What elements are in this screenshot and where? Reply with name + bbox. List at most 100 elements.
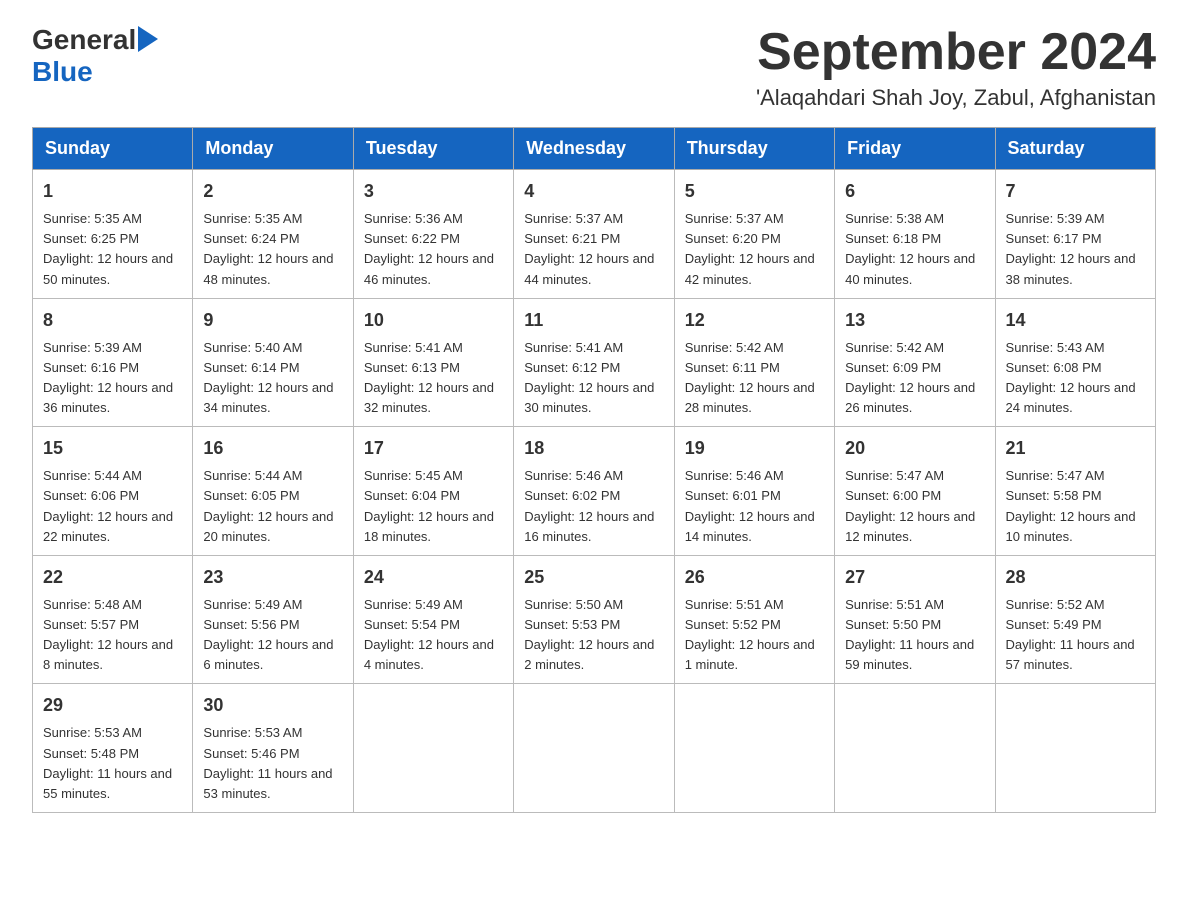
day-number: 22 xyxy=(43,564,182,591)
calendar-day-cell: 18 Sunrise: 5:46 AMSunset: 6:02 PMDayligh… xyxy=(514,427,674,556)
day-info: Sunrise: 5:41 AMSunset: 6:12 PMDaylight:… xyxy=(524,338,663,419)
calendar-day-cell: 14 Sunrise: 5:43 AMSunset: 6:08 PMDayligh… xyxy=(995,298,1155,427)
weekday-header-monday: Monday xyxy=(193,128,353,170)
weekday-header-sunday: Sunday xyxy=(33,128,193,170)
day-info: Sunrise: 5:37 AMSunset: 6:21 PMDaylight:… xyxy=(524,209,663,290)
day-info: Sunrise: 5:41 AMSunset: 6:13 PMDaylight:… xyxy=(364,338,503,419)
day-info: Sunrise: 5:35 AMSunset: 6:24 PMDaylight:… xyxy=(203,209,342,290)
day-info: Sunrise: 5:49 AMSunset: 5:56 PMDaylight:… xyxy=(203,595,342,676)
day-number: 18 xyxy=(524,435,663,462)
day-info: Sunrise: 5:46 AMSunset: 6:02 PMDaylight:… xyxy=(524,466,663,547)
day-info: Sunrise: 5:42 AMSunset: 6:11 PMDaylight:… xyxy=(685,338,824,419)
calendar-day-cell: 17 Sunrise: 5:45 AMSunset: 6:04 PMDayligh… xyxy=(353,427,513,556)
day-info: Sunrise: 5:38 AMSunset: 6:18 PMDaylight:… xyxy=(845,209,984,290)
day-number: 21 xyxy=(1006,435,1145,462)
calendar-day-cell: 15 Sunrise: 5:44 AMSunset: 6:06 PMDayligh… xyxy=(33,427,193,556)
calendar-day-cell: 5 Sunrise: 5:37 AMSunset: 6:20 PMDaylight… xyxy=(674,170,834,299)
day-info: Sunrise: 5:50 AMSunset: 5:53 PMDaylight:… xyxy=(524,595,663,676)
calendar-day-cell: 8Sunrise: 5:39 AMSunset: 6:16 PMDaylight… xyxy=(33,298,193,427)
calendar-day-cell: 12 Sunrise: 5:42 AMSunset: 6:11 PMDayligh… xyxy=(674,298,834,427)
calendar-day-cell: 19 Sunrise: 5:46 AMSunset: 6:01 PMDayligh… xyxy=(674,427,834,556)
day-info: Sunrise: 5:47 AMSunset: 6:00 PMDaylight:… xyxy=(845,466,984,547)
day-info: Sunrise: 5:42 AMSunset: 6:09 PMDaylight:… xyxy=(845,338,984,419)
logo-general-text: General xyxy=(32,24,136,56)
day-number: 17 xyxy=(364,435,503,462)
weekday-header-friday: Friday xyxy=(835,128,995,170)
weekday-header-thursday: Thursday xyxy=(674,128,834,170)
day-number: 26 xyxy=(685,564,824,591)
day-number: 15 xyxy=(43,435,182,462)
calendar-week-2: 8Sunrise: 5:39 AMSunset: 6:16 PMDaylight… xyxy=(33,298,1156,427)
day-info: Sunrise: 5:39 AMSunset: 6:16 PMDaylight:… xyxy=(43,338,182,419)
calendar-day-cell: 23 Sunrise: 5:49 AMSunset: 5:56 PMDayligh… xyxy=(193,555,353,684)
day-info: Sunrise: 5:52 AMSunset: 5:49 PMDaylight:… xyxy=(1006,595,1145,676)
weekday-header-tuesday: Tuesday xyxy=(353,128,513,170)
day-number: 4 xyxy=(524,178,663,205)
day-info: Sunrise: 5:46 AMSunset: 6:01 PMDaylight:… xyxy=(685,466,824,547)
day-info: Sunrise: 5:44 AMSunset: 6:05 PMDaylight:… xyxy=(203,466,342,547)
calendar-day-cell: 25 Sunrise: 5:50 AMSunset: 5:53 PMDayligh… xyxy=(514,555,674,684)
calendar-day-cell: 11Sunrise: 5:41 AMSunset: 6:12 PMDayligh… xyxy=(514,298,674,427)
calendar-day-cell: 7Sunrise: 5:39 AMSunset: 6:17 PMDaylight… xyxy=(995,170,1155,299)
day-number: 28 xyxy=(1006,564,1145,591)
calendar-week-5: 29Sunrise: 5:53 AMSunset: 5:48 PMDayligh… xyxy=(33,684,1156,813)
day-info: Sunrise: 5:51 AMSunset: 5:52 PMDaylight:… xyxy=(685,595,824,676)
day-info: Sunrise: 5:53 AMSunset: 5:46 PMDaylight:… xyxy=(203,723,342,804)
calendar-day-cell: 27Sunrise: 5:51 AMSunset: 5:50 PMDayligh… xyxy=(835,555,995,684)
day-number: 13 xyxy=(845,307,984,334)
day-number: 16 xyxy=(203,435,342,462)
day-number: 23 xyxy=(203,564,342,591)
calendar-day-cell xyxy=(995,684,1155,813)
day-info: Sunrise: 5:35 AMSunset: 6:25 PMDaylight:… xyxy=(43,209,182,290)
calendar-day-cell: 4 Sunrise: 5:37 AMSunset: 6:21 PMDaylight… xyxy=(514,170,674,299)
day-info: Sunrise: 5:47 AMSunset: 5:58 PMDaylight:… xyxy=(1006,466,1145,547)
calendar-day-cell: 2 Sunrise: 5:35 AMSunset: 6:24 PMDaylight… xyxy=(193,170,353,299)
month-title: September 2024 xyxy=(756,24,1156,81)
day-info: Sunrise: 5:39 AMSunset: 6:17 PMDaylight:… xyxy=(1006,209,1145,290)
calendar-day-cell: 30 Sunrise: 5:53 AMSunset: 5:46 PMDayligh… xyxy=(193,684,353,813)
day-info: Sunrise: 5:44 AMSunset: 6:06 PMDaylight:… xyxy=(43,466,182,547)
day-number: 5 xyxy=(685,178,824,205)
calendar-day-cell: 22 Sunrise: 5:48 AMSunset: 5:57 PMDayligh… xyxy=(33,555,193,684)
calendar-week-1: 1 Sunrise: 5:35 AMSunset: 6:25 PMDaylight… xyxy=(33,170,1156,299)
day-number: 12 xyxy=(685,307,824,334)
calendar-day-cell: 24Sunrise: 5:49 AMSunset: 5:54 PMDayligh… xyxy=(353,555,513,684)
calendar-day-cell xyxy=(674,684,834,813)
calendar-day-cell: 3 Sunrise: 5:36 AMSunset: 6:22 PMDaylight… xyxy=(353,170,513,299)
calendar-table: SundayMondayTuesdayWednesdayThursdayFrid… xyxy=(32,127,1156,813)
location-title: 'Alaqahdari Shah Joy, Zabul, Afghanistan xyxy=(756,85,1156,111)
day-number: 6 xyxy=(845,178,984,205)
day-info: Sunrise: 5:40 AMSunset: 6:14 PMDaylight:… xyxy=(203,338,342,419)
title-block: September 2024 'Alaqahdari Shah Joy, Zab… xyxy=(756,24,1156,111)
day-number: 2 xyxy=(203,178,342,205)
calendar-day-cell: 28 Sunrise: 5:52 AMSunset: 5:49 PMDayligh… xyxy=(995,555,1155,684)
calendar-day-cell: 9 Sunrise: 5:40 AMSunset: 6:14 PMDaylight… xyxy=(193,298,353,427)
day-number: 19 xyxy=(685,435,824,462)
calendar-week-3: 15 Sunrise: 5:44 AMSunset: 6:06 PMDayligh… xyxy=(33,427,1156,556)
day-info: Sunrise: 5:48 AMSunset: 5:57 PMDaylight:… xyxy=(43,595,182,676)
calendar-day-cell xyxy=(514,684,674,813)
weekday-header-saturday: Saturday xyxy=(995,128,1155,170)
day-number: 9 xyxy=(203,307,342,334)
calendar-day-cell: 16 Sunrise: 5:44 AMSunset: 6:05 PMDayligh… xyxy=(193,427,353,556)
day-number: 3 xyxy=(364,178,503,205)
calendar-day-cell: 10Sunrise: 5:41 AMSunset: 6:13 PMDayligh… xyxy=(353,298,513,427)
weekday-header-row: SundayMondayTuesdayWednesdayThursdayFrid… xyxy=(33,128,1156,170)
calendar-day-cell: 26 Sunrise: 5:51 AMSunset: 5:52 PMDayligh… xyxy=(674,555,834,684)
weekday-header-wednesday: Wednesday xyxy=(514,128,674,170)
logo: General Blue xyxy=(32,24,158,88)
day-info: Sunrise: 5:36 AMSunset: 6:22 PMDaylight:… xyxy=(364,209,503,290)
day-info: Sunrise: 5:43 AMSunset: 6:08 PMDaylight:… xyxy=(1006,338,1145,419)
day-info: Sunrise: 5:37 AMSunset: 6:20 PMDaylight:… xyxy=(685,209,824,290)
day-number: 30 xyxy=(203,692,342,719)
day-info: Sunrise: 5:53 AMSunset: 5:48 PMDaylight:… xyxy=(43,723,182,804)
day-number: 14 xyxy=(1006,307,1145,334)
calendar-day-cell: 29Sunrise: 5:53 AMSunset: 5:48 PMDayligh… xyxy=(33,684,193,813)
day-number: 1 xyxy=(43,178,182,205)
calendar-day-cell: 21 Sunrise: 5:47 AMSunset: 5:58 PMDayligh… xyxy=(995,427,1155,556)
day-number: 25 xyxy=(524,564,663,591)
calendar-day-cell: 13 Sunrise: 5:42 AMSunset: 6:09 PMDayligh… xyxy=(835,298,995,427)
day-info: Sunrise: 5:49 AMSunset: 5:54 PMDaylight:… xyxy=(364,595,503,676)
day-info: Sunrise: 5:45 AMSunset: 6:04 PMDaylight:… xyxy=(364,466,503,547)
calendar-day-cell: 20Sunrise: 5:47 AMSunset: 6:00 PMDayligh… xyxy=(835,427,995,556)
